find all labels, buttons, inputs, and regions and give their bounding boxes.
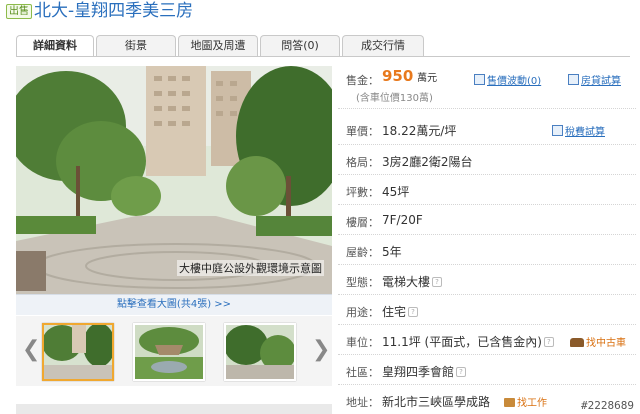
- parking-label: 車位：: [346, 336, 379, 349]
- floor-value: 7F/20F: [382, 213, 423, 227]
- chart-icon: [474, 74, 485, 85]
- tax-calc-label: 稅費試算: [565, 127, 605, 138]
- floor-label: 樓層：: [346, 216, 379, 229]
- listing-title: 北大-皇翔四季美三房: [34, 1, 194, 21]
- find-job-label: 找工作: [517, 398, 547, 409]
- thumbnail-image: [135, 325, 203, 379]
- find-used-car-label: 找中古車: [586, 338, 626, 349]
- type-value: 電梯大樓: [382, 275, 431, 289]
- row-floor: 樓層： 7F/20F: [338, 206, 636, 235]
- row-layout: 格局： 3房2廳2衛2陽台: [338, 146, 636, 175]
- price-value: 950: [382, 67, 414, 85]
- help-icon[interactable]: ?: [432, 277, 443, 287]
- parking-value: 11.1坪 (平面式，已含售金內): [382, 335, 542, 349]
- thumbnail-image: [226, 325, 294, 379]
- loan-calc-link[interactable]: 房貸試算: [568, 72, 621, 87]
- type-value-group: 電梯大樓?: [382, 273, 443, 290]
- photo-caption: 大樓中庭公設外觀環境示意圖: [177, 260, 324, 276]
- age-value: 5年: [382, 245, 402, 259]
- title-row: 出售 北大-皇翔四季美三房: [0, 0, 640, 26]
- loan-calc-label: 房貸試算: [581, 76, 621, 87]
- row-unit-price: 單價： 18.22萬元/坪 稅費試算: [338, 114, 636, 145]
- row-age: 屋齡： 5年: [338, 236, 636, 265]
- row-community: 社區： 皇翔四季會館?: [338, 356, 636, 385]
- area-value: 45坪: [382, 185, 410, 199]
- price-note: (含車位價130萬): [356, 93, 433, 104]
- briefcase-icon: [504, 398, 515, 407]
- price-value-group: 950 萬元: [382, 67, 437, 85]
- help-icon[interactable]: ?: [543, 337, 554, 347]
- row-type: 型態： 電梯大樓?: [338, 266, 636, 295]
- sale-badge: 出售: [6, 4, 32, 19]
- tab-divider: [16, 56, 630, 57]
- row-price: 售金： 950 萬元 (含車位價130萬) 售價波動(0) 房貸試算: [338, 64, 636, 109]
- thumbnail-3[interactable]: [224, 323, 296, 381]
- thumbnail-1[interactable]: [42, 323, 114, 381]
- help-icon[interactable]: ?: [408, 307, 419, 317]
- thumbnail-strip: ❮ ❯: [16, 316, 332, 386]
- layout-label: 格局：: [346, 156, 379, 169]
- address-value: 新北市三峽區學成路: [382, 395, 491, 409]
- tab-map[interactable]: 地圖及周遭: [178, 35, 258, 56]
- community-label: 社區：: [346, 366, 379, 379]
- unit-price-value: 18.22萬元/坪: [382, 124, 457, 138]
- view-large-photos-link[interactable]: 點擊查看大圖(共4張) >>: [16, 294, 332, 315]
- prev-arrow-icon[interactable]: ❮: [22, 338, 40, 362]
- car-icon: [570, 338, 584, 347]
- help-icon[interactable]: ?: [456, 367, 467, 377]
- calculator-icon: [568, 74, 579, 85]
- community-value-group: 皇翔四季會館?: [382, 363, 467, 380]
- age-label: 屋齡：: [346, 246, 379, 259]
- tab-transactions[interactable]: 成交行情: [342, 35, 424, 56]
- usage-value: 住宅: [382, 305, 407, 319]
- usage-label: 用途：: [346, 306, 379, 319]
- usage-value-group: 住宅?: [382, 303, 419, 320]
- thumbnail-2[interactable]: [133, 323, 205, 381]
- row-parking: 車位： 11.1坪 (平面式，已含售金內)? 找中古車: [338, 326, 636, 355]
- row-area: 坪數： 45坪: [338, 176, 636, 205]
- find-job-link[interactable]: 找工作: [504, 394, 547, 409]
- thumbnail-image: [44, 325, 112, 379]
- watermark: #2228689: [581, 399, 634, 412]
- bottom-strip: [16, 404, 332, 414]
- unit-price-label: 單價：: [346, 125, 379, 138]
- price-unit: 萬元: [417, 73, 438, 84]
- price-label: 售金：: [346, 74, 379, 87]
- tab-details[interactable]: 詳細資料: [16, 35, 94, 57]
- calculator-icon: [552, 125, 563, 136]
- layout-value: 3房2廳2衛2陽台: [382, 155, 473, 169]
- main-photo[interactable]: 大樓中庭公設外觀環境示意圖: [16, 66, 332, 294]
- price-history-label: 售價波動(0): [487, 76, 542, 87]
- tax-calc-link[interactable]: 稅費試算: [552, 123, 605, 138]
- area-label: 坪數：: [346, 186, 379, 199]
- parking-value-group: 11.1坪 (平面式，已含售金內)?: [382, 333, 554, 350]
- address-label: 地址：: [346, 396, 379, 409]
- community-value[interactable]: 皇翔四季會館: [382, 365, 454, 379]
- row-usage: 用途： 住宅?: [338, 296, 636, 325]
- tab-street-view[interactable]: 街景: [96, 35, 176, 56]
- type-label: 型態：: [346, 276, 379, 289]
- next-arrow-icon[interactable]: ❯: [312, 338, 330, 362]
- tab-qa[interactable]: 問答(0): [260, 35, 340, 56]
- find-used-car-link[interactable]: 找中古車: [570, 334, 626, 349]
- price-history-link[interactable]: 售價波動(0): [474, 72, 541, 87]
